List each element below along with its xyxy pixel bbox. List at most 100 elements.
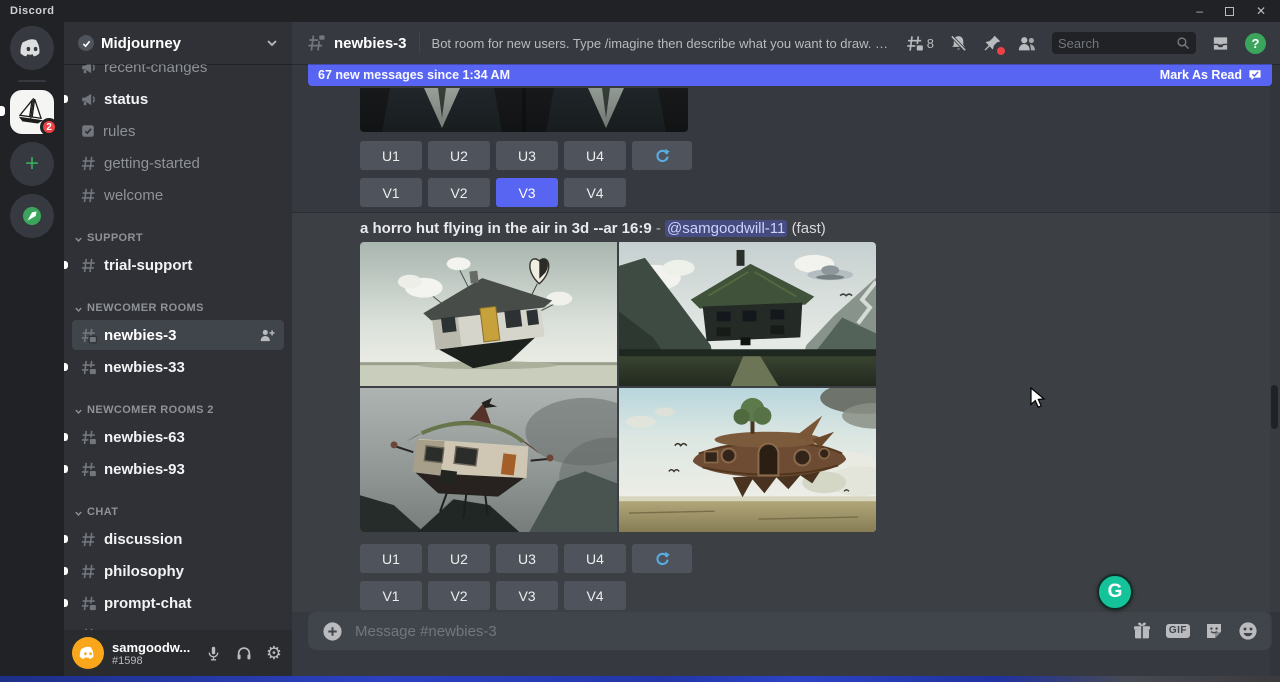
sidebar-item-prompt-chat[interactable]: prompt-chat xyxy=(72,588,284,618)
member-list-button[interactable] xyxy=(1017,34,1037,53)
category-label: NEWCOMER ROOMS 2 xyxy=(87,404,214,416)
reroll-button[interactable] xyxy=(632,544,692,573)
chat-scrollbar-track[interactable] xyxy=(1270,64,1280,676)
close-button[interactable]: ✕ xyxy=(1256,5,1266,17)
sidebar-item-rules[interactable]: rules xyxy=(72,116,284,146)
sidebar-item-recent-changes[interactable]: recent-changes xyxy=(72,64,284,82)
generated-image-2[interactable] xyxy=(619,242,876,386)
grammarly-widget[interactable]: G xyxy=(1097,574,1133,610)
channel-label: newbies-63 xyxy=(104,429,276,446)
category-newcomer-rooms[interactable]: NEWCOMER ROOMS xyxy=(72,296,284,318)
category-chat[interactable]: CHAT xyxy=(72,500,284,522)
headphones-button[interactable] xyxy=(235,644,253,662)
reroll-button[interactable] xyxy=(632,141,692,170)
sidebar-item-newbies-63[interactable]: newbies-63 xyxy=(72,422,284,452)
server-header[interactable]: Midjourney xyxy=(64,22,292,64)
sidebar-item-newbies-3[interactable]: newbies-3 xyxy=(72,320,284,350)
gift-button[interactable] xyxy=(1132,621,1152,641)
channel-label: status xyxy=(104,91,276,108)
discord-avatar-icon xyxy=(78,645,98,661)
channel-sidebar: Midjourney recent-changes status rulesgett… xyxy=(64,22,292,676)
sidebar-item-newbies-33[interactable]: newbies-33 xyxy=(72,352,284,382)
variation-button-v3[interactable]: V3 xyxy=(496,178,558,207)
discord-app: 2 + Midjourney recent-c xyxy=(0,22,1280,676)
upscale-button-u1[interactable]: U1 xyxy=(360,544,422,573)
message-input[interactable]: Message #newbies-3 xyxy=(355,623,1120,640)
variation-button-v2[interactable]: V2 xyxy=(428,581,490,610)
unread-indicator xyxy=(64,363,68,371)
sidebar-item-trial-support[interactable]: trial-support xyxy=(72,250,284,280)
variation-button-v1[interactable]: V1 xyxy=(360,581,422,610)
sidebar-item-clipped[interactable] xyxy=(72,620,284,630)
channel-topic[interactable]: Bot room for new users. Type /imagine th… xyxy=(432,36,891,51)
sidebar-item-newbies-93[interactable]: newbies-93 xyxy=(72,454,284,484)
hash-icon xyxy=(80,187,97,204)
new-messages-banner[interactable]: 67 new messages since 1:34 AM Mark As Re… xyxy=(308,64,1272,86)
user-avatar[interactable] xyxy=(72,637,104,669)
emoji-button[interactable] xyxy=(1238,621,1258,641)
upscale-button-u3[interactable]: U3 xyxy=(496,141,558,170)
variation-button-v4[interactable]: V4 xyxy=(564,581,626,610)
upscale-button-row: U1U2U3U4 xyxy=(360,141,1280,170)
sidebar-item-discussion[interactable]: discussion xyxy=(72,524,284,554)
bell-slash-icon xyxy=(949,34,968,53)
sidebar-item-philosophy[interactable]: philosophy xyxy=(72,556,284,586)
inbox-button[interactable] xyxy=(1211,34,1230,53)
channel-label: prompt-chat xyxy=(104,595,276,612)
category-chevron-icon xyxy=(74,407,83,416)
reroll-icon xyxy=(654,550,671,567)
message-composer[interactable]: Message #newbies-3 GIF xyxy=(308,612,1272,650)
upscale-button-u3[interactable]: U3 xyxy=(496,544,558,573)
gif-button[interactable]: GIF xyxy=(1166,624,1190,638)
user-mention[interactable]: @samgoodwill-11 xyxy=(665,220,787,237)
add-server-button[interactable]: + xyxy=(10,142,54,186)
upscale-button-u2[interactable]: U2 xyxy=(428,141,490,170)
search-input[interactable]: Search xyxy=(1052,32,1196,54)
explore-servers-button[interactable] xyxy=(10,194,54,238)
upscale-button-u4[interactable]: U4 xyxy=(564,544,626,573)
generated-image-4[interactable] xyxy=(619,388,876,532)
variation-button-v3[interactable]: V3 xyxy=(496,581,558,610)
channel-label: welcome xyxy=(104,187,276,204)
category-label: NEWCOMER ROOMS xyxy=(87,302,204,314)
variation-button-row: V1V2V3V4 xyxy=(360,178,1280,207)
chat-scrollbar-thumb[interactable] xyxy=(1271,385,1278,429)
upscale-button-u2[interactable]: U2 xyxy=(428,544,490,573)
variation-button-v1[interactable]: V1 xyxy=(360,178,422,207)
upscale-button-row: U1U2U3U4 xyxy=(360,544,1280,573)
notifications-muted-button[interactable] xyxy=(949,34,968,53)
help-button[interactable]: ? xyxy=(1245,33,1266,54)
sidebar-item-welcome[interactable]: welcome xyxy=(72,180,284,210)
category-newcomer-rooms-2[interactable]: NEWCOMER ROOMS 2 xyxy=(72,398,284,420)
microphone-button[interactable] xyxy=(205,645,222,662)
minimize-button[interactable]: – xyxy=(1196,5,1203,17)
unread-indicator xyxy=(64,261,68,269)
variation-button-row: V1V2V3V4 xyxy=(360,581,1280,610)
generated-image-1[interactable] xyxy=(360,242,617,386)
pinned-messages-button[interactable] xyxy=(983,34,1002,53)
sticker-button[interactable] xyxy=(1204,621,1224,641)
threads-button[interactable]: 8 xyxy=(905,34,934,53)
attach-button[interactable] xyxy=(322,621,343,642)
rules-icon xyxy=(80,123,96,139)
category-support[interactable]: SUPPORT xyxy=(72,226,284,248)
unread-indicator xyxy=(64,433,68,441)
variation-button-v4[interactable]: V4 xyxy=(564,178,626,207)
maximize-button[interactable] xyxy=(1225,7,1234,16)
generated-image-partial[interactable] xyxy=(360,88,688,132)
generated-image-3[interactable] xyxy=(360,388,617,532)
user-meta[interactable]: samgoodw... #1598 xyxy=(112,640,197,667)
variation-button-v2[interactable]: V2 xyxy=(428,178,490,207)
sidebar-item-status[interactable]: status xyxy=(72,84,284,114)
category-chevron-icon xyxy=(74,509,83,518)
hash-icon xyxy=(80,155,97,172)
upscale-button-u4[interactable]: U4 xyxy=(564,141,626,170)
sidebar-item-getting-started[interactable]: getting-started xyxy=(72,148,284,178)
discord-home-button[interactable] xyxy=(10,26,54,70)
create-invite-button[interactable] xyxy=(259,327,276,344)
upscale-button-u1[interactable]: U1 xyxy=(360,141,422,170)
composer-bottom-margin xyxy=(308,650,1272,676)
mark-as-read-button[interactable]: Mark As Read xyxy=(1160,68,1262,82)
server-rail: 2 + xyxy=(0,22,64,676)
settings-gear-button[interactable]: ⚙ xyxy=(266,644,282,662)
